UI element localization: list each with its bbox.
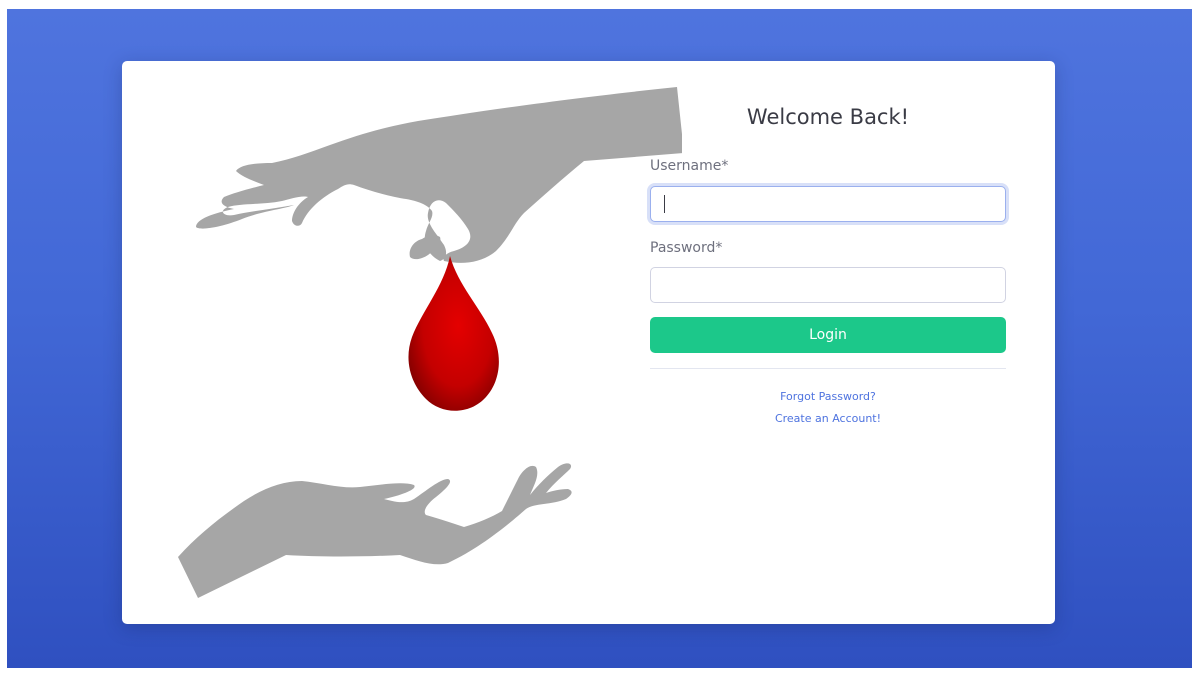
password-label: Password*: [650, 240, 723, 256]
page-title: Welcome Back!: [746, 105, 910, 129]
giving-hand-icon: [196, 87, 682, 263]
login-button[interactable]: Login: [650, 317, 1006, 353]
login-card: Welcome Back! Username* Password* Login …: [122, 61, 1055, 624]
form-divider: [650, 368, 1006, 369]
login-form: Welcome Back! Username* Password* Login …: [650, 61, 1006, 624]
username-field-wrapper: [650, 186, 1006, 222]
receiving-hand-icon: [178, 463, 572, 598]
page-background: Welcome Back! Username* Password* Login …: [7, 9, 1192, 668]
blood-drop-icon: [408, 256, 499, 411]
text-caret: [664, 195, 665, 213]
forgot-password-link[interactable]: Forgot Password?: [650, 390, 1006, 403]
create-account-link[interactable]: Create an Account!: [650, 412, 1006, 425]
username-input[interactable]: [650, 186, 1006, 222]
password-input[interactable]: [650, 267, 1006, 303]
username-label: Username*: [650, 158, 729, 174]
blood-donation-illustration: [178, 87, 682, 598]
